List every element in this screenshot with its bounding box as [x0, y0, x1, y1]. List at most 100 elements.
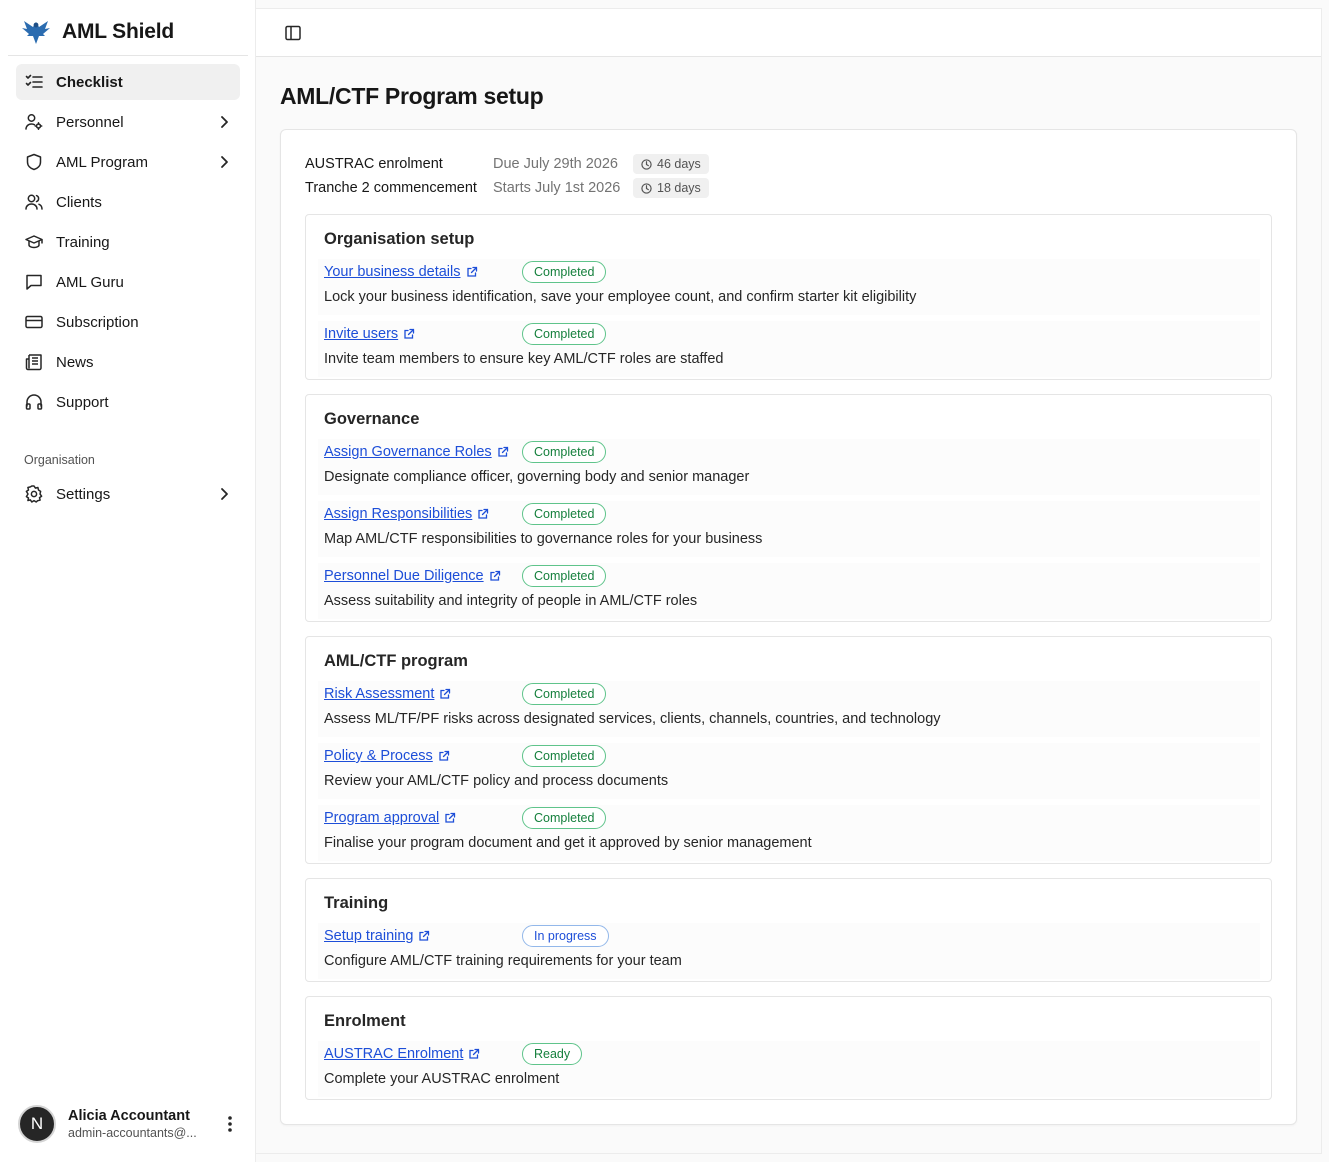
sidebar-item-label: AML Guru: [56, 273, 124, 291]
sidebar: AML Shield Checklist Personnel AML Progr…: [0, 0, 256, 1162]
credit-card-icon: [24, 312, 44, 332]
task-link-responsibilities[interactable]: Assign Responsibilities: [324, 506, 522, 522]
section-aml-ctf-program: AML/CTF program Risk Assessment Complete…: [305, 636, 1272, 864]
task-link-text: Your business details: [324, 264, 461, 280]
task-link-setup-training[interactable]: Setup training: [324, 928, 522, 944]
task-link-invite-users[interactable]: Invite users: [324, 326, 522, 342]
clock-icon: [641, 158, 652, 170]
sidebar-item-aml-guru[interactable]: AML Guru: [16, 264, 240, 300]
task-link-text: Invite users: [324, 326, 399, 342]
brand[interactable]: AML Shield: [8, 8, 248, 56]
days-remaining-badge: 46 days: [633, 154, 709, 174]
days-remaining-badge: 18 days: [633, 178, 709, 198]
chevron-right-icon: [216, 114, 232, 130]
sidebar-item-personnel[interactable]: Personnel: [16, 104, 240, 140]
deadline-label: Tranche 2 commencement: [305, 180, 477, 196]
days-remaining-text: 18 days: [657, 181, 701, 195]
page-title: AML/CTF Program setup: [280, 83, 544, 109]
sidebar-item-label: Checklist: [56, 73, 123, 91]
section-training: Training Setup training In progress Conf…: [305, 878, 1272, 982]
message-square-icon: [24, 272, 44, 292]
task-link-text: Program approval: [324, 810, 440, 826]
status-badge: Completed: [522, 683, 607, 705]
section-enrolment: Enrolment AUSTRAC Enrolment Ready Comple…: [305, 996, 1272, 1100]
external-link-icon: [468, 1048, 480, 1060]
sidebar-item-checklist[interactable]: Checklist: [16, 64, 240, 100]
task-link-risk-assessment[interactable]: Risk Assessment: [324, 686, 522, 702]
sidebar-item-label: Settings: [56, 485, 111, 503]
task-item: Your business details Completed Lock you…: [318, 259, 1260, 315]
task-item: Program approval Completed Finalise your…: [318, 805, 1260, 861]
external-link-icon: [418, 930, 430, 942]
external-link-icon: [497, 446, 509, 458]
top-bar: [256, 9, 1321, 57]
task-item: Risk Assessment Completed Assess ML/TF/P…: [318, 681, 1260, 737]
days-remaining-text: 46 days: [657, 157, 701, 171]
sidebar-item-label: Personnel: [56, 113, 124, 131]
user-email: admin-accountants@...: [68, 1126, 197, 1140]
deadline-row: AUSTRAC enrolment Due July 29th 2026 46 …: [305, 152, 709, 176]
task-link-governance-roles[interactable]: Assign Governance Roles: [324, 444, 522, 460]
main-nav: Checklist Personnel AML Program Clients …: [16, 64, 240, 424]
task-item: Setup training In progress Configure AML…: [318, 923, 1260, 979]
task-link-text: Assign Governance Roles: [324, 444, 492, 460]
deadline-date: Starts July 1st 2026: [493, 180, 621, 196]
sidebar-item-support[interactable]: Support: [16, 384, 240, 420]
user-info: Alicia Accountant admin-accountants@...: [68, 1108, 220, 1140]
program-setup-card: AUSTRAC enrolment Due July 29th 2026 46 …: [280, 129, 1297, 1125]
task-link-business-details[interactable]: Your business details: [324, 264, 522, 280]
task-link-austrac-enrolment[interactable]: AUSTRAC Enrolment: [324, 1046, 522, 1062]
task-link-text: Risk Assessment: [324, 686, 435, 702]
app-name: AML Shield: [62, 19, 174, 43]
section-title: Governance: [324, 410, 420, 428]
external-link-icon: [438, 750, 450, 762]
task-description: Assess suitability and integrity of peop…: [324, 593, 698, 609]
chevron-right-icon: [216, 486, 232, 502]
status-badge: Completed: [522, 745, 607, 767]
external-link-icon: [439, 688, 451, 700]
sidebar-item-label: Training: [56, 233, 110, 251]
task-link-personnel-due-diligence[interactable]: Personnel Due Diligence: [324, 568, 522, 584]
status-badge: Completed: [522, 503, 607, 525]
task-item: Personnel Due Diligence Completed Assess…: [318, 563, 1260, 619]
sidebar-section-organisation: Organisation: [24, 453, 95, 467]
section-title: Enrolment: [324, 1012, 406, 1030]
user-cog-icon: [24, 112, 44, 132]
more-vertical-icon[interactable]: [220, 1114, 240, 1134]
external-link-icon: [489, 570, 501, 582]
deadline-row: Tranche 2 commencement Starts July 1st 2…: [305, 176, 709, 200]
user-menu[interactable]: N Alicia Accountant admin-accountants@..…: [16, 1100, 240, 1148]
main-content: AML/CTF Program setup AUSTRAC enrolment …: [256, 8, 1322, 1154]
graduation-cap-icon: [24, 232, 44, 252]
task-link-text: Personnel Due Diligence: [324, 568, 484, 584]
sidebar-item-label: Subscription: [56, 313, 139, 331]
task-item: Invite users Completed Invite team membe…: [318, 321, 1260, 377]
task-description: Map AML/CTF responsibilities to governan…: [324, 531, 763, 547]
external-link-icon: [477, 508, 489, 520]
user-name: Alicia Accountant: [68, 1108, 190, 1124]
task-item: Assign Responsibilities Completed Map AM…: [318, 501, 1260, 557]
task-link-program-approval[interactable]: Program approval: [324, 810, 522, 826]
sidebar-item-aml-program[interactable]: AML Program: [16, 144, 240, 180]
clock-icon: [641, 182, 652, 194]
sidebar-item-subscription[interactable]: Subscription: [16, 304, 240, 340]
sidebar-toggle-icon[interactable]: [284, 24, 302, 42]
eagle-logo-icon: [20, 16, 52, 48]
task-description: Configure AML/CTF training requirements …: [324, 953, 682, 969]
task-link-text: AUSTRAC Enrolment: [324, 1046, 464, 1062]
section-governance: Governance Assign Governance Roles Compl…: [305, 394, 1272, 622]
sidebar-item-news[interactable]: News: [16, 344, 240, 380]
headphones-icon: [24, 392, 44, 412]
sidebar-item-settings[interactable]: Settings: [16, 476, 240, 512]
task-description: Lock your business identification, save …: [324, 289, 917, 305]
sidebar-item-clients[interactable]: Clients: [16, 184, 240, 220]
sidebar-item-label: Clients: [56, 193, 102, 211]
section-title: Training: [324, 894, 389, 912]
task-description: Designate compliance officer, governing …: [324, 469, 750, 485]
section-title: Organisation setup: [324, 230, 475, 248]
task-link-text: Assign Responsibilities: [324, 506, 473, 522]
section-title: AML/CTF program: [324, 652, 468, 670]
sidebar-item-training[interactable]: Training: [16, 224, 240, 260]
sidebar-item-label: Support: [56, 393, 109, 411]
task-link-policy-process[interactable]: Policy & Process: [324, 748, 522, 764]
